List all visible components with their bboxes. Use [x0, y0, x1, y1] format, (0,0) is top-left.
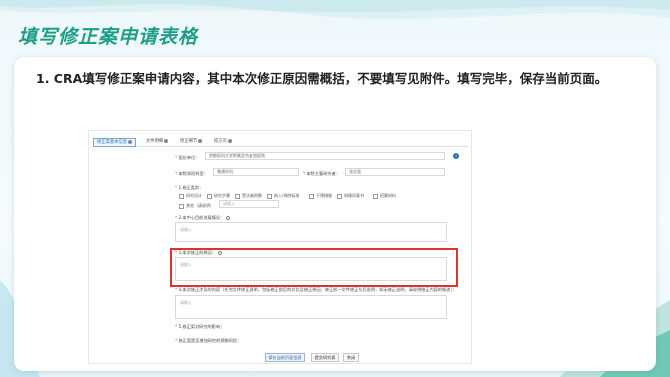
type-option-intervention[interactable]: 干预措施: [309, 193, 332, 199]
instruction-text: 1. CRA填写修正案申请内容，其中本次修正原因需概括，不要填写见附件。填写完毕…: [36, 71, 608, 86]
progress-textarea[interactable]: 请输入: [175, 222, 447, 242]
tab-label: 修正细节: [180, 139, 198, 144]
pi-label: * 本院主要研究者：: [303, 171, 340, 176]
center-label-text: 本院承担科室：: [178, 171, 208, 176]
center-select[interactable]: 普通外科: [213, 168, 299, 176]
content-label-text: 4.本次修正涉及的内容（任何文件修正说明，包括修正前后的对比及修正原因，修正前一…: [178, 287, 457, 292]
center-label: * 本院承担科室：: [175, 171, 208, 176]
progress-label: * 2.本中心目前进展情况：: [175, 215, 231, 221]
tab-close-icon: [198, 138, 203, 143]
tab-label: 修正案基本信息: [97, 140, 128, 145]
tab-amendment-details[interactable]: 修正细节: [177, 138, 205, 147]
impact-label-text: 5.修正案对研究的影响：: [178, 324, 225, 329]
type-option-design[interactable]: 研究设计: [179, 193, 202, 199]
progress-label-text: 2.本中心目前进展情况：: [178, 215, 225, 220]
tab-file-details[interactable]: 文件明细: [143, 138, 171, 147]
slide-title: 填写修正案申请表格: [18, 26, 199, 48]
info-icon[interactable]: i: [453, 153, 459, 159]
type-option-criteria[interactable]: 纳入/排除标准: [267, 193, 299, 199]
org-label: * 组长单位：: [175, 155, 200, 160]
type-option-subjects[interactable]: 受试者例数: [235, 193, 262, 199]
tab-submit[interactable]: 提交页: [211, 138, 235, 147]
save-page-button[interactable]: 保存当前页面信息: [265, 353, 305, 362]
content-textarea[interactable]: 请输入: [175, 295, 447, 319]
tab-label: 文件明细: [146, 139, 164, 144]
tab-close-icon: [128, 139, 133, 144]
type-label: * 1.修正类别：: [175, 185, 204, 190]
tab-basic-info[interactable]: 修正案基本信息: [93, 138, 137, 147]
submit-button[interactable]: 提交研究表: [311, 353, 339, 362]
org-label-text: 组长单位：: [178, 155, 200, 160]
risk-label: * 修正案是否增加研究的预期风险：: [175, 338, 242, 343]
help-icon: [226, 216, 231, 220]
placeholder: 请输入: [180, 300, 192, 305]
other-input[interactable]: 请输入: [219, 200, 279, 208]
type-option-consent[interactable]: 知情同意书: [337, 193, 364, 199]
placeholder: 请输入: [180, 227, 192, 232]
amendment-form-screenshot: 修正案基本信息 文件明细 修正细节 提交页 * 组长单位： 首都医科大学附属北京…: [88, 130, 472, 364]
type-option-steps[interactable]: 研究步骤: [207, 193, 230, 199]
reason-highlight-box: [170, 248, 458, 287]
pi-input[interactable]: 张志强: [345, 168, 445, 176]
pi-label-text: 本院主要研究者：: [306, 171, 340, 176]
content-label: * 4.本次修正涉及的内容（任何文件修正说明，包括修正前后的对比及修正原因，修正…: [175, 287, 457, 292]
impact-label: * 5.修正案对研究的影响：: [175, 324, 225, 329]
type-option-recruitment[interactable]: 招募材料: [373, 193, 396, 199]
tab-label: 提交页: [214, 139, 227, 144]
type-option-other[interactable]: 其他（请说明）: [179, 203, 214, 209]
org-input[interactable]: 首都医科大学附属北京友谊医院: [205, 152, 445, 160]
close-button[interactable]: 关闭: [343, 353, 359, 362]
tab-close-icon: [227, 138, 232, 143]
type-label-text: 1.修正类别：: [178, 185, 204, 190]
tab-close-icon: [164, 138, 169, 143]
risk-label-text: 修正案是否增加研究的预期风险：: [178, 338, 242, 343]
form-tabs: 修正案基本信息 文件明细 修正细节 提交页: [93, 138, 469, 147]
